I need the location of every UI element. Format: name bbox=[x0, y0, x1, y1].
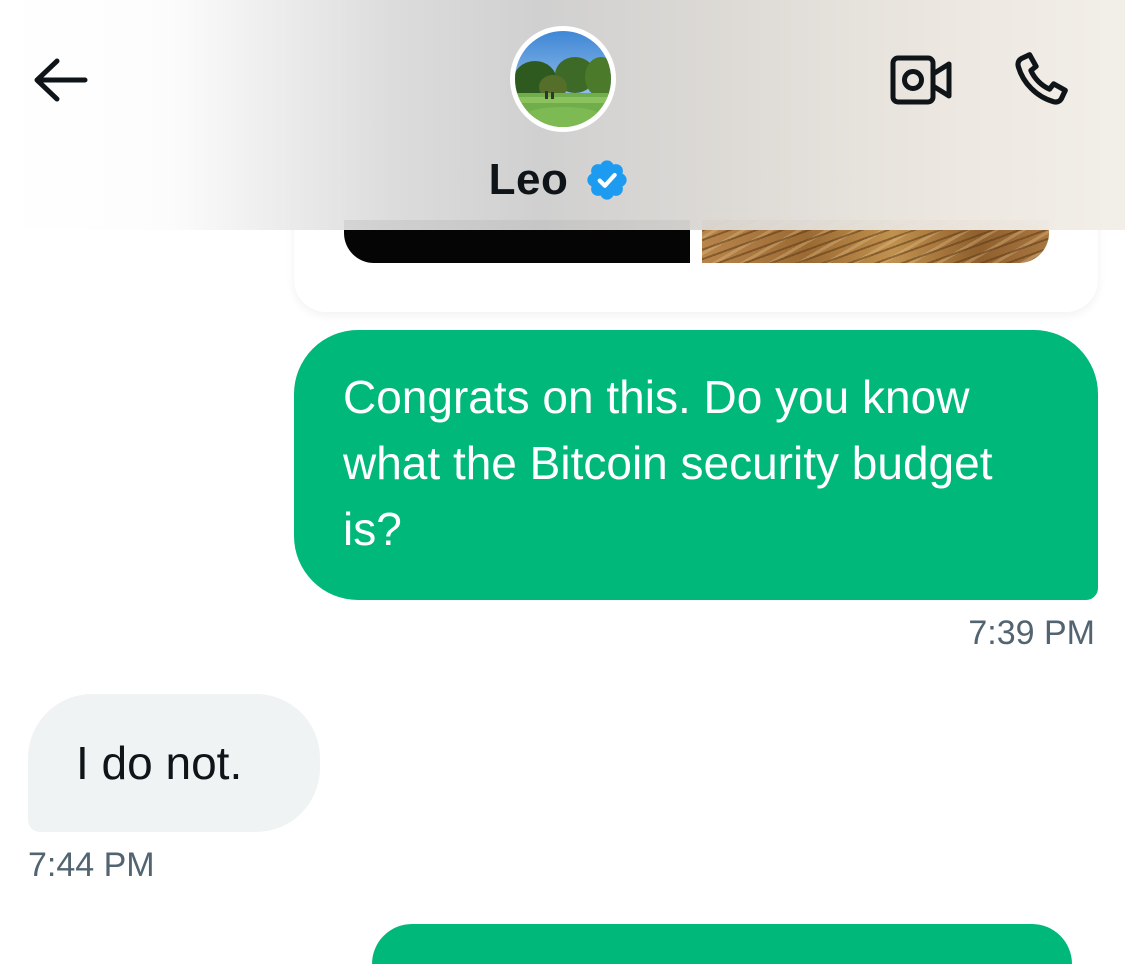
message-timestamp: 7:44 PM bbox=[28, 846, 155, 884]
message-bubble-incoming[interactable]: I do not. bbox=[28, 694, 320, 832]
arrow-left-icon bbox=[34, 58, 88, 102]
verified-badge-icon bbox=[587, 160, 628, 200]
contact-name: Leo bbox=[488, 155, 569, 204]
message-text: Congrats on this. Do you know what the B… bbox=[343, 371, 993, 555]
avatar-image bbox=[515, 31, 611, 127]
message-text: I do not. bbox=[76, 737, 243, 789]
video-camera-icon bbox=[890, 55, 952, 105]
message-bubble-outgoing-partial[interactable] bbox=[372, 924, 1072, 964]
back-button[interactable] bbox=[24, 46, 96, 114]
phone-icon bbox=[1015, 52, 1068, 105]
voice-call-button[interactable] bbox=[1004, 44, 1078, 114]
video-call-button[interactable] bbox=[884, 48, 958, 112]
avatar[interactable] bbox=[510, 26, 616, 132]
conversation-header: Leo bbox=[0, 0, 1125, 230]
message-bubble-outgoing[interactable]: Congrats on this. Do you know what the B… bbox=[294, 330, 1098, 600]
message-timestamp: 7:39 PM bbox=[968, 614, 1095, 652]
contact-name-row[interactable]: Leo bbox=[0, 150, 1125, 210]
